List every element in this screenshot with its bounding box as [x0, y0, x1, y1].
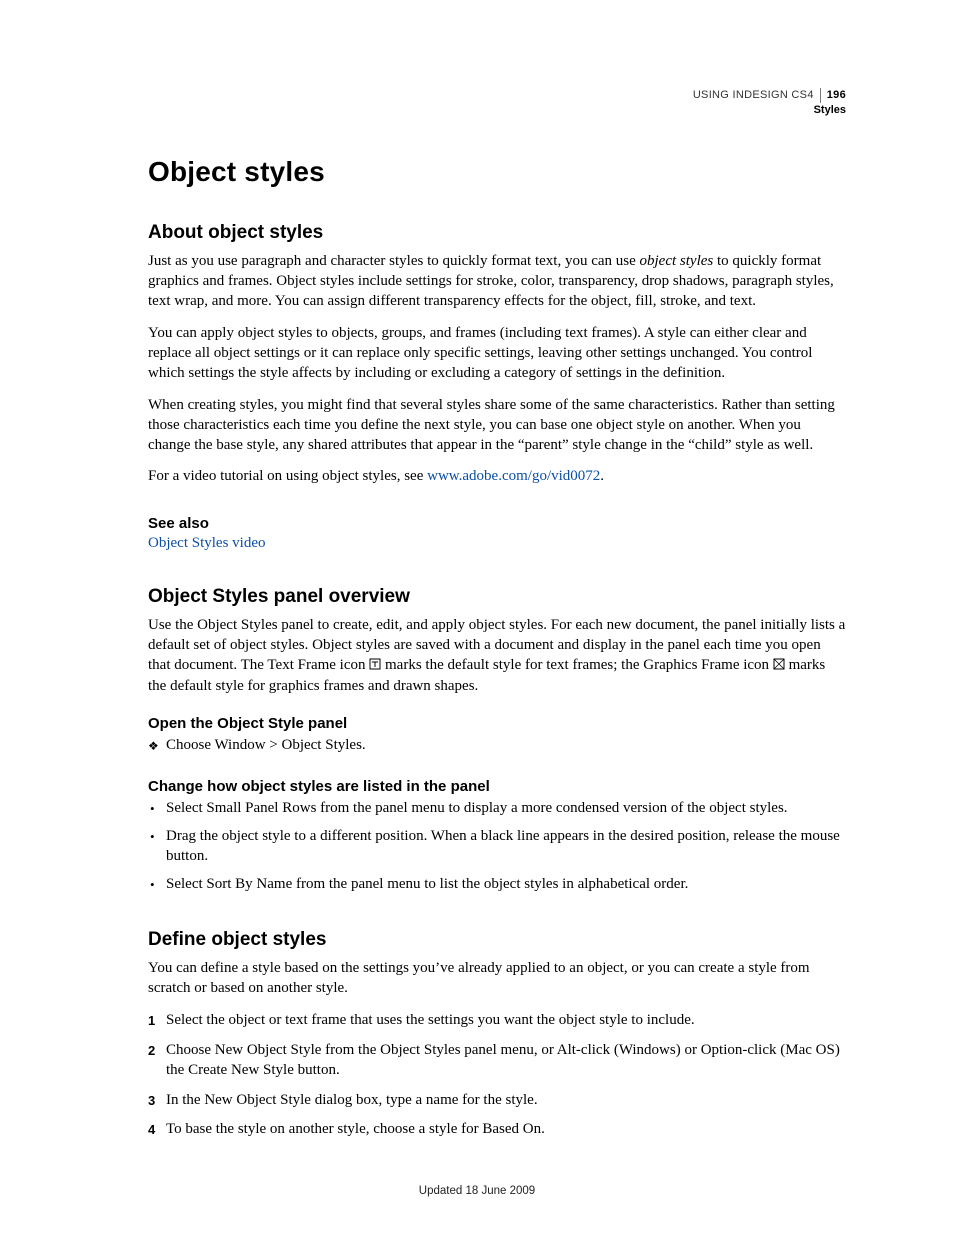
list-item: Select Sort By Name from the panel menu … — [148, 875, 846, 895]
text-italic: object styles — [640, 253, 714, 269]
text: Select the object or text frame that use… — [166, 1012, 695, 1028]
diamond-list: Choose Window > Object Styles. — [148, 736, 846, 756]
list-item: Drag the object style to a different pos… — [148, 827, 846, 867]
heading-change-listing: Change how object styles are listed in t… — [148, 778, 846, 795]
text: In the New Object Style dialog box, type… — [166, 1092, 538, 1108]
list-item: Select Small Panel Rows from the panel m… — [148, 799, 846, 819]
link-object-styles-video[interactable]: Object Styles video — [148, 535, 265, 551]
list-item: Choose Window > Object Styles. — [148, 736, 846, 756]
page: USING INDESIGN CS4 196 Styles Object styl… — [0, 0, 954, 1235]
text: Just as you use paragraph and character … — [148, 253, 640, 269]
list-item: 1 Select the object or text frame that us… — [148, 1011, 846, 1031]
step-number: 3 — [148, 1091, 155, 1111]
list-item: 2 Choose New Object Style from the Object… — [148, 1041, 846, 1081]
heading-overview: Object Styles panel overview — [148, 586, 846, 608]
about-p1: Just as you use paragraph and character … — [148, 252, 846, 312]
text: For a video tutorial on using object sty… — [148, 468, 427, 484]
chapter-title: Object styles — [148, 156, 846, 188]
sub-open-panel: Open the Object Style panel Choose Windo… — [148, 715, 846, 756]
running-header: USING INDESIGN CS4 196 Styles — [693, 88, 846, 118]
content: Object styles About object styles Just a… — [148, 156, 846, 1140]
text: . — [600, 468, 604, 484]
see-also: See also Object Styles video — [148, 515, 846, 552]
define-p1: You can define a style based on the sett… — [148, 959, 846, 999]
list-item: 3 In the New Object Style dialog box, typ… — [148, 1091, 846, 1111]
footer-updated: Updated 18 June 2009 — [0, 1185, 954, 1197]
section-about: About object styles Just as you use para… — [148, 222, 846, 552]
about-p3: When creating styles, you might find tha… — [148, 396, 846, 456]
header-section: Styles — [693, 103, 846, 118]
sub-change-listing: Change how object styles are listed in t… — [148, 778, 846, 895]
about-p4: For a video tutorial on using object sty… — [148, 467, 846, 487]
link-video-url[interactable]: www.adobe.com/go/vid0072 — [427, 468, 600, 484]
list-item: 4 To base the style on another style, cho… — [148, 1120, 846, 1140]
section-define: Define object styles You can define a st… — [148, 929, 846, 1141]
bullet-list: Select Small Panel Rows from the panel m… — [148, 799, 846, 895]
header-line-1: USING INDESIGN CS4 196 — [693, 88, 846, 103]
text: To base the style on another style, choo… — [166, 1121, 545, 1137]
doc-title: USING INDESIGN CS4 — [693, 89, 814, 101]
text-frame-icon — [369, 657, 381, 677]
section-overview: Object Styles panel overview Use the Obj… — [148, 586, 846, 894]
text: Choose New Object Style from the Object … — [166, 1042, 840, 1078]
heading-open-panel: Open the Object Style panel — [148, 715, 846, 732]
about-p2: You can apply object styles to objects, … — [148, 324, 846, 384]
heading-define: Define object styles — [148, 929, 846, 951]
numbered-list: 1 Select the object or text frame that us… — [148, 1011, 846, 1141]
heading-about: About object styles — [148, 222, 846, 244]
step-number: 4 — [148, 1120, 155, 1140]
see-also-heading: See also — [148, 515, 846, 532]
graphics-frame-icon — [773, 657, 785, 677]
overview-p1: Use the Object Styles panel to create, e… — [148, 616, 846, 697]
page-number: 196 — [820, 88, 846, 103]
step-number: 2 — [148, 1041, 155, 1061]
text: marks the default style for text frames;… — [381, 657, 773, 673]
step-number: 1 — [148, 1011, 155, 1031]
